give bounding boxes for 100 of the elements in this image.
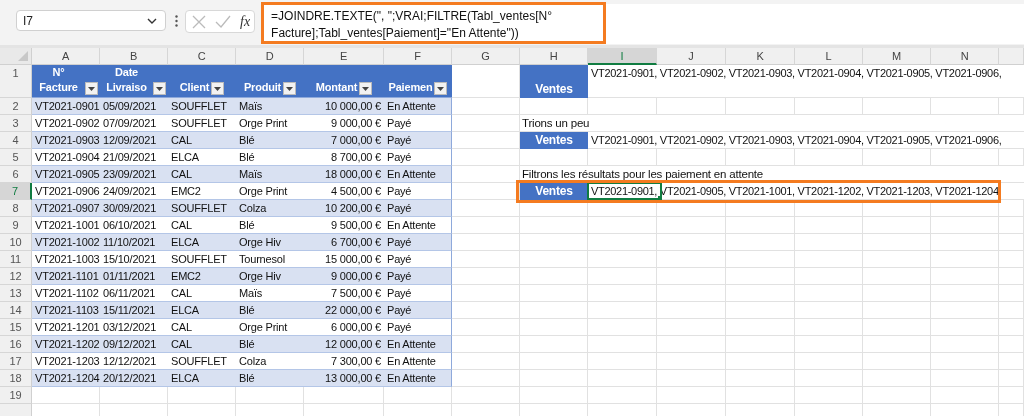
row-header[interactable]: 3 [0,115,32,132]
row-header[interactable]: 7 [0,183,32,200]
empty-cell[interactable] [520,251,588,268]
empty-cell[interactable] [931,98,999,115]
empty-cell[interactable] [657,336,726,353]
empty-cell[interactable] [795,98,863,115]
empty-cell[interactable] [999,370,1024,387]
empty-cell[interactable] [657,268,726,285]
empty-cell[interactable] [726,370,795,387]
empty-cell[interactable] [795,336,863,353]
empty-cell[interactable] [795,387,863,404]
column-header[interactable]: B [100,48,168,65]
empty-cell[interactable] [520,234,588,251]
empty-cell[interactable] [588,387,657,404]
empty-cell[interactable] [931,285,999,302]
empty-cell[interactable] [931,149,999,166]
empty-cell[interactable] [588,370,657,387]
empty-cell[interactable] [726,387,795,404]
empty-cell[interactable] [863,336,931,353]
filter-dropdown-button[interactable] [153,82,166,95]
empty-cell[interactable] [726,149,795,166]
empty-cell[interactable] [999,353,1024,370]
empty-cell[interactable] [657,285,726,302]
empty-cell[interactable] [863,319,931,336]
row-header[interactable]: 10 [0,234,32,251]
empty-cell[interactable] [588,149,657,166]
empty-cell[interactable] [863,234,931,251]
empty-cell[interactable] [931,302,999,319]
formula-field[interactable]: =JOINDRE.TEXTE(", ";VRAI;FILTRE(Tabl_ventes[N° Facture];Tabl_ventes[Paiement]="En Attente")) [261,4,1024,44]
row-header[interactable]: 12 [0,268,32,285]
column-header[interactable]: A [32,48,100,65]
empty-cell[interactable] [863,217,931,234]
column-header[interactable]: M [863,48,931,65]
empty-cell[interactable] [863,200,931,217]
column-header[interactable]: N [931,48,999,65]
row-header[interactable]: 9 [0,217,32,234]
cancel-icon[interactable] [192,14,206,29]
empty-cell[interactable] [588,200,657,217]
name-box[interactable]: I7 [16,10,166,31]
column-header[interactable]: I [588,48,657,65]
empty-cell[interactable] [931,353,999,370]
empty-cell[interactable] [795,319,863,336]
column-header[interactable]: K [726,48,795,65]
empty-cell[interactable] [726,98,795,115]
filter-dropdown-button[interactable] [359,82,373,95]
empty-cell[interactable] [931,387,999,404]
empty-cell[interactable] [726,217,795,234]
empty-cell[interactable] [999,336,1024,353]
empty-cell[interactable] [520,370,588,387]
empty-cell[interactable] [795,234,863,251]
row-header[interactable]: 5 [0,149,32,166]
row-header[interactable]: 14 [0,302,32,319]
empty-cell[interactable] [520,387,588,404]
empty-cell[interactable] [520,268,588,285]
empty-cell[interactable] [863,251,931,268]
filter-dropdown-button[interactable] [211,82,225,95]
empty-cell[interactable] [588,234,657,251]
empty-cell[interactable] [999,149,1024,166]
column-header[interactable]: G [452,48,520,65]
column-header[interactable]: H [520,48,588,65]
empty-cell[interactable] [795,149,863,166]
empty-cell[interactable] [726,251,795,268]
empty-cell[interactable] [795,217,863,234]
empty-cell[interactable] [999,285,1024,302]
column-header[interactable]: C [168,48,236,65]
empty-cell[interactable] [657,149,726,166]
empty-cell[interactable] [931,234,999,251]
empty-cell[interactable] [726,319,795,336]
empty-cell[interactable] [863,98,931,115]
empty-cell[interactable] [863,387,931,404]
empty-cell[interactable] [520,285,588,302]
empty-cell[interactable] [657,319,726,336]
empty-cell[interactable] [520,302,588,319]
empty-cell[interactable] [863,149,931,166]
row-header[interactable]: 13 [0,285,32,302]
select-all-icon[interactable] [18,51,28,61]
empty-cell[interactable] [931,370,999,387]
empty-cell[interactable] [588,98,657,115]
empty-cell[interactable] [520,353,588,370]
empty-cell[interactable] [657,98,726,115]
empty-cell[interactable] [863,302,931,319]
empty-cell[interactable] [657,234,726,251]
filter-dropdown-button[interactable] [283,82,297,95]
empty-cell[interactable] [795,268,863,285]
empty-cell[interactable] [452,387,520,404]
empty-cell[interactable] [588,302,657,319]
empty-cell[interactable] [657,370,726,387]
empty-cell[interactable] [726,353,795,370]
empty-cell[interactable] [588,268,657,285]
row-header[interactable]: 17 [0,353,32,370]
empty-cell[interactable] [795,200,863,217]
empty-cell[interactable] [657,302,726,319]
row-header[interactable]: 2 [0,98,32,115]
empty-cell[interactable] [931,217,999,234]
row-header[interactable]: 6 [0,166,32,183]
empty-cell[interactable] [863,285,931,302]
empty-cell[interactable] [726,336,795,353]
empty-cell[interactable] [588,336,657,353]
empty-cell[interactable] [999,268,1024,285]
more-icon[interactable] [175,15,178,27]
